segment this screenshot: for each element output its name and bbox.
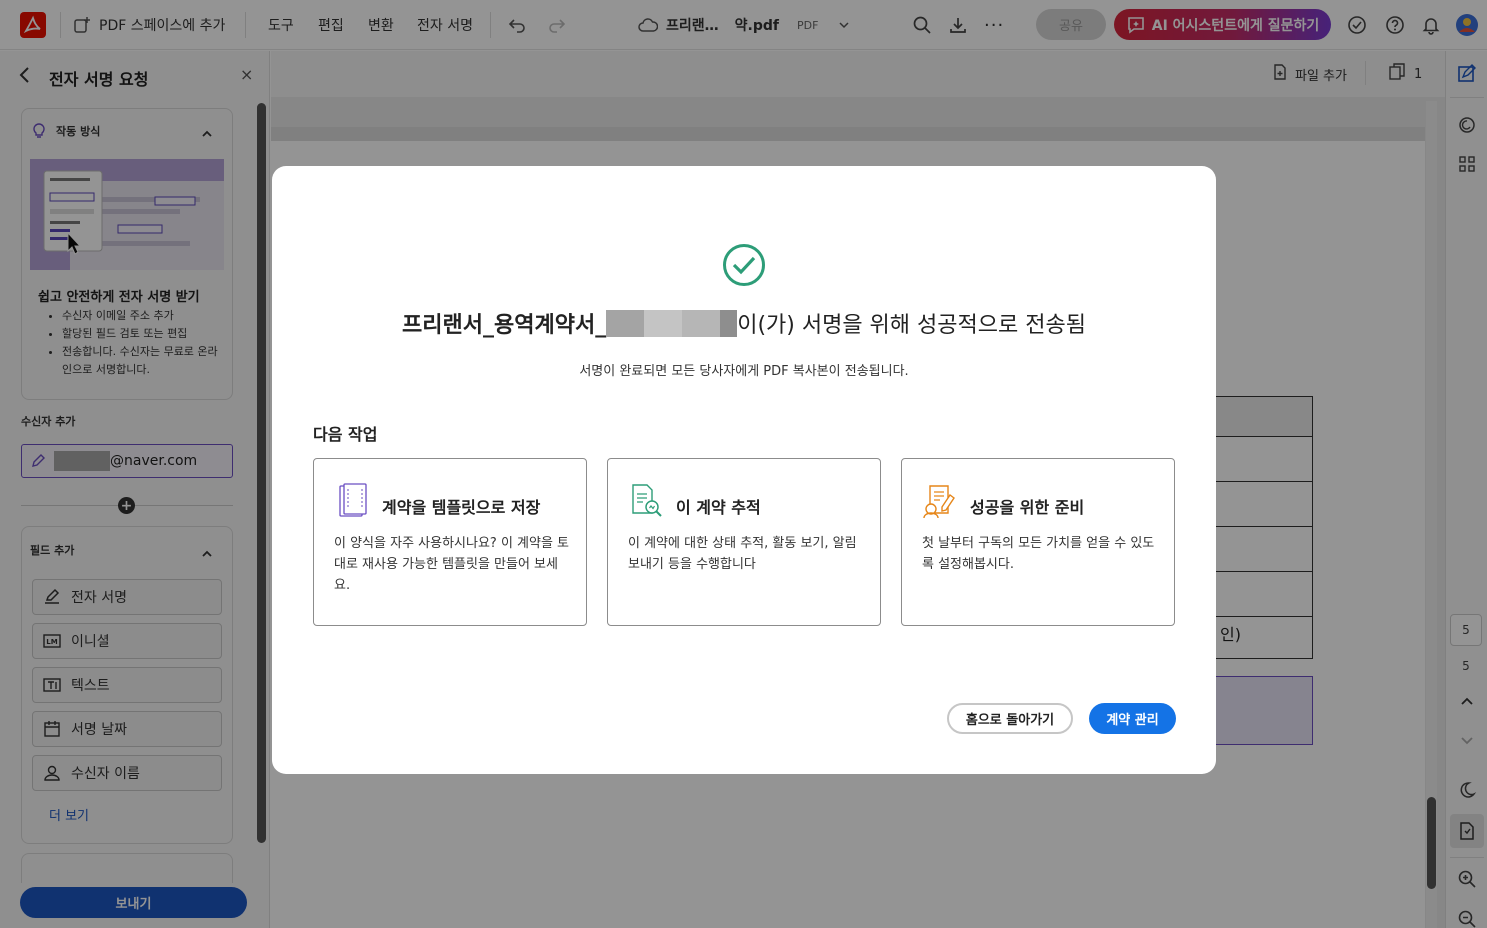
option-description: 이 계약에 대한 상태 추적, 활동 보기, 알림 보내기 등을 수행합니다 xyxy=(628,536,857,572)
save-as-template-card[interactable]: 계약을 템플릿으로 저장 이 양식을 자주 사용하시나요? 이 계약을 토대로 … xyxy=(313,458,587,626)
setup-success-icon xyxy=(922,483,960,523)
template-icon xyxy=(336,483,368,523)
return-home-button[interactable]: 홈으로 돌아가기 xyxy=(947,703,1073,734)
dialog-title-status: 이(가) 서명을 위해 성공적으로 전송됨 xyxy=(737,313,1086,338)
option-description: 첫 날부터 구독의 모든 가치를 얻을 수 있도록 설정해봅시다. xyxy=(922,536,1155,572)
success-dialog: 프리랜서_용역계약서_ 이(가) 서명을 위해 성공적으로 전송됨 서명이 완료… xyxy=(272,166,1216,774)
success-check-icon xyxy=(722,243,766,291)
next-steps-heading: 다음 작업 xyxy=(313,425,378,444)
track-document-icon xyxy=(630,483,666,523)
dialog-title-filename: 프리랜서_용역계약서_ xyxy=(402,313,607,338)
option-description: 이 양식을 자주 사용하시나요? 이 계약을 토대로 재사용 가능한 템플릿을 … xyxy=(334,536,570,593)
track-agreement-card[interactable]: 이 계약 추적 이 계약에 대한 상태 추적, 활동 보기, 알림 보내기 등을… xyxy=(607,458,881,626)
redacted-block xyxy=(606,309,738,337)
dialog-title: 프리랜서_용역계약서_ 이(가) 서명을 위해 성공적으로 전송됨 xyxy=(272,307,1216,339)
option-title: 성공을 위한 준비 xyxy=(970,498,1085,517)
option-title: 계약을 템플릿으로 저장 xyxy=(382,498,541,517)
dialog-subtitle: 서명이 완료되면 모든 당사자에게 PDF 복사본이 전송됩니다. xyxy=(579,364,909,379)
option-title: 이 계약 추적 xyxy=(676,498,761,517)
manage-agreement-button[interactable]: 계약 관리 xyxy=(1089,703,1176,734)
get-ready-card[interactable]: 성공을 위한 준비 첫 날부터 구독의 모든 가치를 얻을 수 있도록 설정해봅… xyxy=(901,458,1175,626)
